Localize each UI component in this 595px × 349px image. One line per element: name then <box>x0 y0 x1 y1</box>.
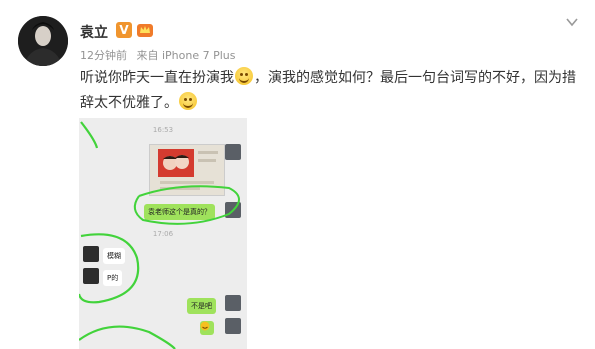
post-source: 来自 iPhone 7 Plus <box>136 49 236 62</box>
post-time: 12分钟前 <box>80 49 127 62</box>
verified-badge-icon: V <box>116 22 132 38</box>
grin-emoji-icon <box>235 67 253 85</box>
highlight-strokes <box>79 121 240 349</box>
crown-icon <box>137 24 153 37</box>
chevron-down-icon[interactable] <box>564 14 580 30</box>
username[interactable]: 袁立 <box>80 22 108 42</box>
post-image[interactable]: 16:53 袁老师这个是真的？ 17:06 模糊 P的 不是吧 <box>79 118 247 349</box>
post-meta: 12分钟前 来自 iPhone 7 Plus <box>80 47 242 63</box>
post-text-part1: 听说你昨天一直在扮演我 <box>80 70 234 86</box>
avatar[interactable] <box>18 16 68 66</box>
smile-emoji-icon <box>179 92 197 110</box>
post-text: 听说你昨天一直在扮演我 ，演我的感觉如何？最后一句台词写的不好，因为措辞太不优雅了… <box>80 66 580 116</box>
